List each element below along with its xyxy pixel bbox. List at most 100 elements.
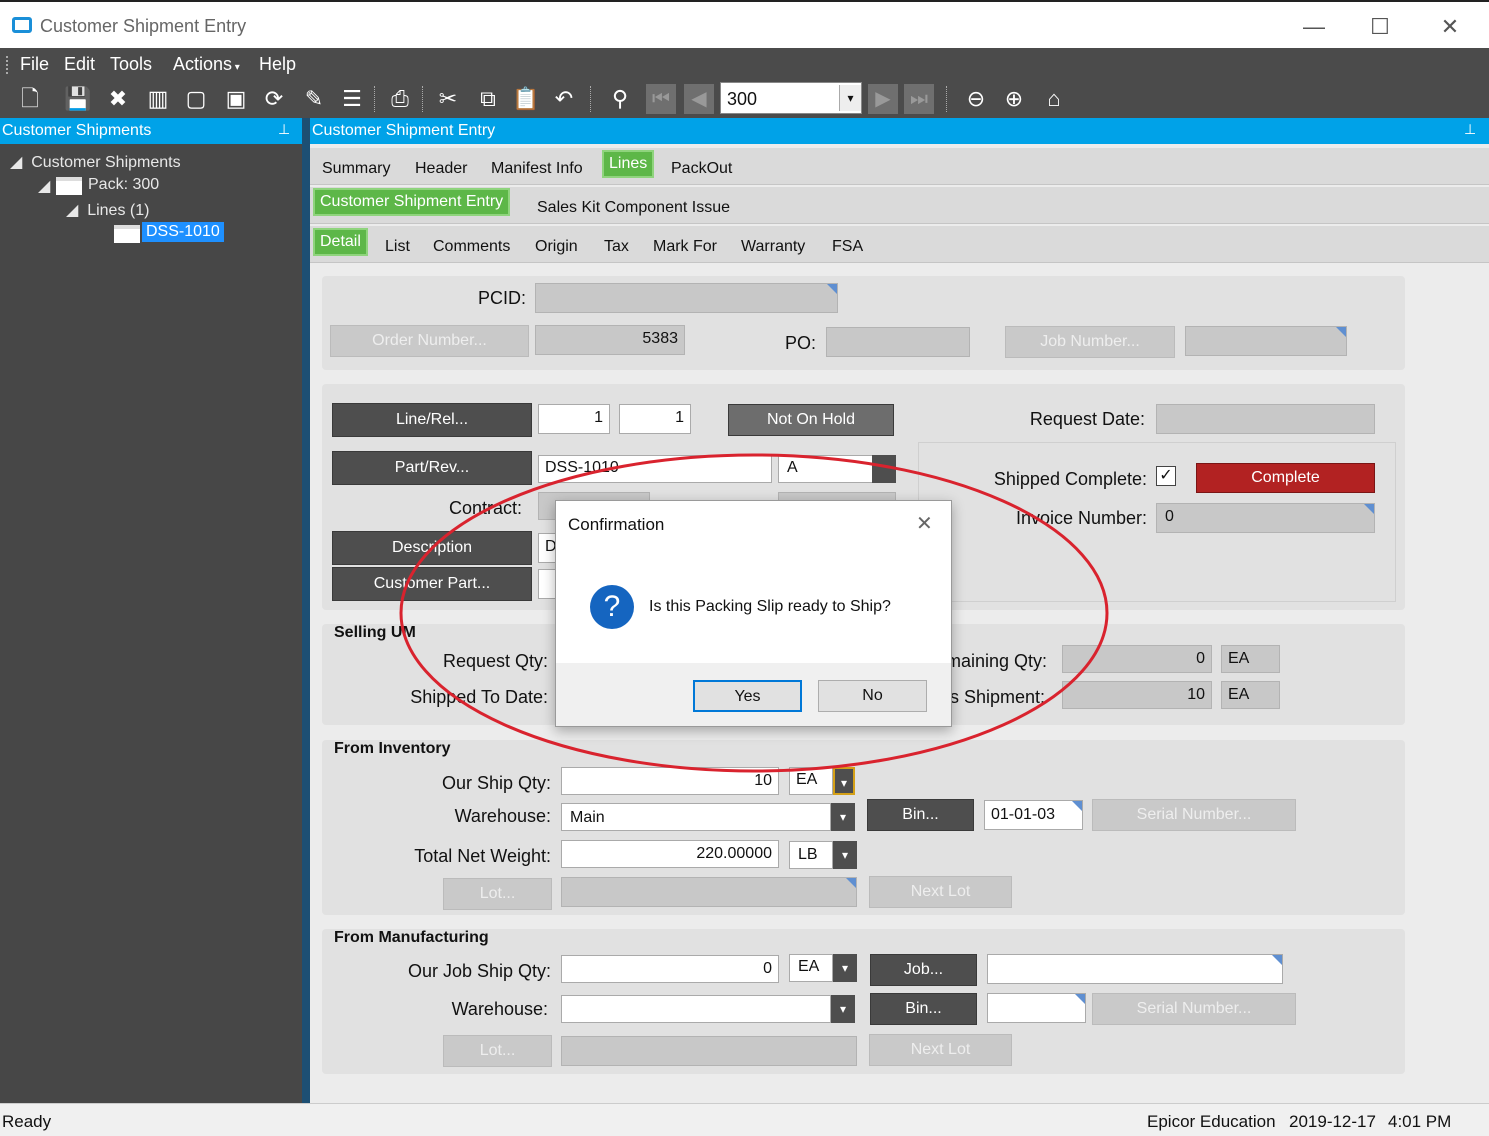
pin-icon[interactable]: ⊥ bbox=[1464, 121, 1476, 138]
remaining-uom-field[interactable]: EA bbox=[1221, 645, 1280, 673]
record-combo[interactable]: 300 ▾ bbox=[720, 82, 862, 114]
job-number-button[interactable]: Job Number... bbox=[1005, 326, 1175, 358]
bin-field[interactable]: 01-01-03 bbox=[984, 800, 1083, 830]
part-rev-button[interactable]: Part/Rev... bbox=[332, 451, 532, 485]
paste-icon[interactable]: 📋 bbox=[512, 86, 540, 112]
tree-pack[interactable]: ◢ bbox=[38, 176, 50, 196]
delete-icon[interactable]: ✖ bbox=[104, 86, 132, 112]
clear-icon[interactable]: ▢ bbox=[182, 86, 210, 112]
tab-detail[interactable]: Detail bbox=[313, 228, 368, 256]
job-field[interactable] bbox=[987, 954, 1283, 984]
job-ship-uom-field[interactable]: EA bbox=[789, 954, 833, 982]
tree-lines[interactable]: ◢ Lines (1) bbox=[66, 200, 149, 220]
release-field[interactable]: 1 bbox=[619, 404, 691, 434]
order-number-button[interactable]: Order Number... bbox=[330, 325, 529, 357]
tab-tax[interactable]: Tax bbox=[604, 238, 629, 256]
tab-list[interactable]: List bbox=[385, 238, 410, 256]
chevron-down-icon[interactable]: ▾ bbox=[839, 85, 861, 111]
cut-icon[interactable]: ✂ bbox=[434, 86, 462, 112]
next-record-icon[interactable]: ▶ bbox=[868, 84, 898, 114]
refresh-icon[interactable]: ⟳ bbox=[260, 86, 288, 112]
back-icon[interactable]: ⊖ bbox=[962, 86, 990, 112]
close-icon[interactable]: ✕ bbox=[916, 511, 933, 536]
new-icon[interactable]: 🗋 bbox=[16, 86, 44, 112]
mfg-bin-field[interactable] bbox=[987, 993, 1086, 1023]
menu-edit[interactable]: Edit bbox=[64, 54, 95, 75]
tree-root[interactable]: ◢ Customer Shipments bbox=[10, 152, 181, 172]
first-record-icon[interactable]: ⏮ bbox=[646, 84, 676, 114]
hold-button[interactable]: Not On Hold bbox=[728, 404, 894, 436]
tab-origin[interactable]: Origin bbox=[535, 238, 578, 256]
chevron-down-icon[interactable]: ▾ bbox=[833, 767, 855, 795]
warehouse-field[interactable]: Main bbox=[561, 803, 831, 831]
previous-record-icon[interactable]: ◀ bbox=[684, 84, 714, 114]
revision-dropdown[interactable] bbox=[872, 455, 896, 483]
maximize-button[interactable]: ☐ bbox=[1360, 12, 1400, 42]
close-button[interactable]: ✕ bbox=[1430, 12, 1470, 42]
invoice-number-field[interactable]: 0 bbox=[1156, 503, 1375, 533]
tab-mark-for[interactable]: Mark For bbox=[653, 238, 717, 256]
no-button[interactable]: No bbox=[818, 680, 927, 712]
mfg-lot-field[interactable] bbox=[561, 1036, 857, 1066]
customer-part-button[interactable]: Customer Part... bbox=[332, 567, 532, 601]
book-icon[interactable]: ▥ bbox=[144, 86, 172, 112]
edit-list-icon[interactable]: ☰ bbox=[338, 86, 366, 112]
yes-button[interactable]: Yes bbox=[693, 680, 802, 712]
save-icon[interactable]: 💾 bbox=[64, 86, 92, 112]
menu-help[interactable]: Help bbox=[259, 54, 296, 75]
tab-summary[interactable]: Summary bbox=[322, 160, 390, 178]
lot-field[interactable] bbox=[561, 877, 857, 907]
pcid-field[interactable] bbox=[535, 283, 838, 313]
mfg-warehouse-field[interactable] bbox=[561, 995, 831, 1023]
description-button[interactable]: Description bbox=[332, 531, 532, 565]
mfg-bin-button[interactable]: Bin... bbox=[870, 993, 977, 1025]
revision-field[interactable]: A bbox=[778, 455, 874, 483]
net-weight-field[interactable]: 220.00000 bbox=[561, 840, 779, 868]
weight-uom-field[interactable]: LB bbox=[789, 841, 833, 869]
this-shipment-field[interactable]: 10 bbox=[1062, 681, 1212, 709]
tab-sales-kit[interactable]: Sales Kit Component Issue bbox=[537, 199, 730, 217]
lot-button[interactable]: Lot... bbox=[443, 878, 552, 910]
menu-actions[interactable]: Actions ▾ bbox=[173, 54, 240, 75]
forward-icon[interactable]: ⊕ bbox=[1000, 86, 1028, 112]
this-shipment-uom-field[interactable]: EA bbox=[1221, 681, 1280, 709]
chevron-down-icon[interactable]: ▾ bbox=[833, 954, 857, 982]
tab-warranty[interactable]: Warranty bbox=[741, 238, 805, 256]
mfg-lot-button[interactable]: Lot... bbox=[443, 1035, 552, 1067]
job-ship-qty-field[interactable]: 0 bbox=[561, 955, 779, 983]
request-date-field[interactable] bbox=[1156, 404, 1375, 434]
tree-pack-label[interactable]: Pack: 300 bbox=[88, 176, 159, 194]
pin-icon[interactable]: ⊥ bbox=[278, 121, 290, 138]
order-number-field[interactable]: 5383 bbox=[535, 325, 685, 355]
undo-icon[interactable]: ↶ bbox=[550, 86, 578, 112]
line-rel-button[interactable]: Line/Rel... bbox=[332, 403, 532, 437]
serial-number-button[interactable]: Serial Number... bbox=[1092, 799, 1296, 831]
menu-file[interactable]: File bbox=[20, 54, 49, 75]
remaining-qty-field[interactable]: 0 bbox=[1062, 645, 1212, 673]
print-icon[interactable]: ⎙ bbox=[386, 86, 414, 112]
tab-manifest-info[interactable]: Manifest Info bbox=[491, 160, 583, 178]
shipped-complete-checkbox[interactable]: ✓ bbox=[1156, 466, 1176, 486]
bin-button[interactable]: Bin... bbox=[867, 799, 974, 831]
job-number-field[interactable] bbox=[1185, 326, 1347, 356]
attach-icon[interactable]: ▣ bbox=[222, 86, 250, 112]
tool-icon[interactable]: ✎ bbox=[300, 86, 328, 112]
our-ship-qty-field[interactable]: 10 bbox=[561, 767, 779, 795]
menu-tools[interactable]: Tools bbox=[110, 54, 152, 75]
minimize-button[interactable]: — bbox=[1294, 12, 1334, 42]
tab-fsa[interactable]: FSA bbox=[832, 238, 863, 256]
next-lot-button[interactable]: Next Lot bbox=[869, 876, 1012, 908]
tab-lines[interactable]: Lines bbox=[602, 150, 655, 178]
home-icon[interactable]: ⌂ bbox=[1040, 86, 1068, 112]
tab-header[interactable]: Header bbox=[415, 160, 467, 178]
line-field[interactable]: 1 bbox=[538, 404, 610, 434]
tab-packout[interactable]: PackOut bbox=[671, 160, 732, 178]
our-ship-uom-field[interactable]: EA bbox=[789, 767, 833, 795]
chevron-down-icon[interactable]: ▾ bbox=[833, 841, 857, 869]
job-button[interactable]: Job... bbox=[870, 954, 977, 986]
search-icon[interactable]: ⚲ bbox=[606, 86, 634, 112]
last-record-icon[interactable]: ⏭ bbox=[904, 84, 934, 114]
tree-line-item[interactable]: DSS-1010 bbox=[142, 222, 224, 242]
splitter[interactable] bbox=[302, 118, 310, 1103]
copy-icon[interactable]: ⧉ bbox=[474, 86, 502, 112]
